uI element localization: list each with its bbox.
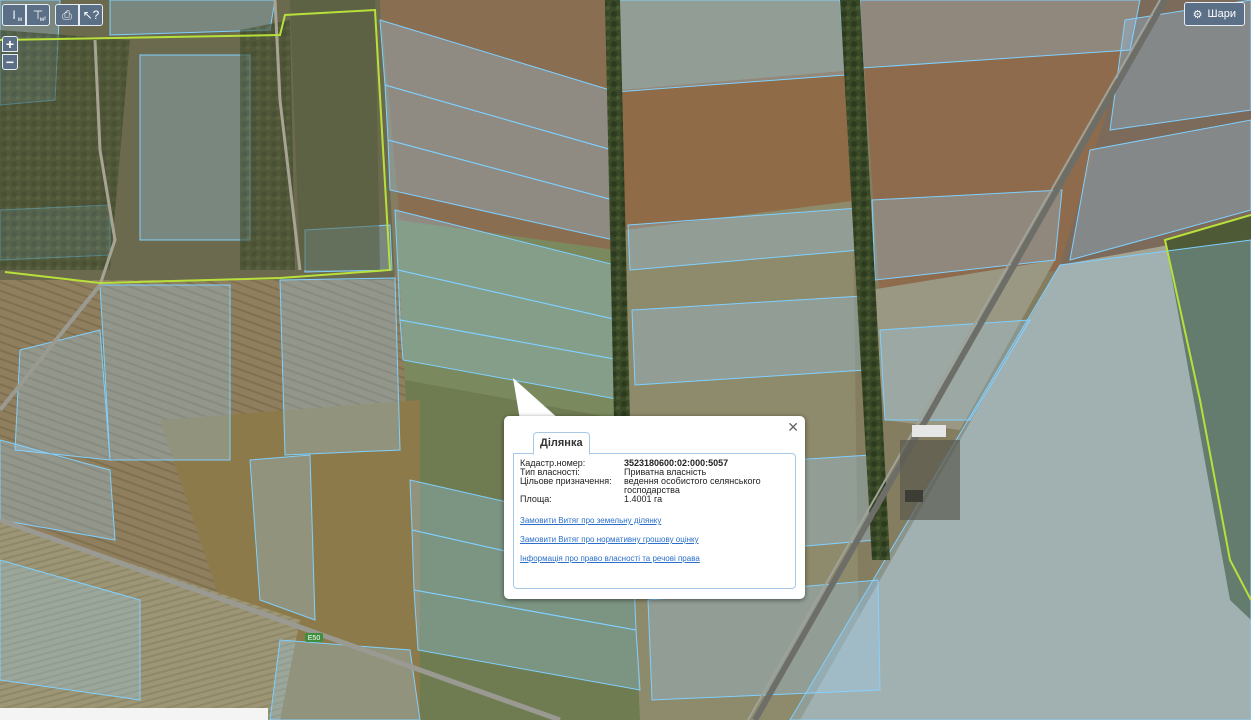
tools-group: ⎙ ↖? — [55, 4, 103, 26]
area-label: Площа: — [520, 494, 552, 504]
ruler-area-icon[interactable]: ⊤ м² — [26, 4, 50, 26]
close-icon[interactable]: ✕ — [787, 419, 799, 436]
zoom-in-button[interactable]: + — [2, 36, 18, 52]
layers-label: Шари — [1207, 8, 1236, 20]
tab-parcel[interactable]: Ділянка — [533, 432, 590, 455]
order-extract-link[interactable]: Замовити Витяг про земельну ділянку — [520, 516, 661, 525]
purpose-value: ведення особистого селянського господарс… — [624, 476, 761, 495]
measure-group: Iм ⊤ м² — [2, 4, 50, 26]
village-trees — [0, 30, 130, 270]
gear-icon: ⚙ — [1192, 8, 1203, 21]
ownership-info-link[interactable]: Інформація про право власності та речові… — [520, 554, 700, 563]
printer-icon[interactable]: ⎙ — [55, 4, 79, 26]
zoom-out-button[interactable]: − — [2, 54, 18, 70]
pointer-help-icon[interactable]: ↖? — [79, 4, 103, 26]
order-valuation-link[interactable]: Замовити Витяг про нормативну грошову оц… — [520, 535, 699, 544]
village-trees — [290, 0, 380, 270]
zoom-control: + − — [2, 36, 18, 70]
parcel-popup: ✕ Ділянка Кадастр.номер: 3523180600:02:0… — [504, 416, 805, 599]
purpose-label: Цільове призначення: — [520, 476, 612, 486]
area-value: 1.4001 га — [624, 494, 663, 504]
info-row: Площа: 1.4001 га — [520, 495, 774, 504]
map-toolbar: Iм ⊤ м² ⎙ ↖? — [2, 4, 106, 26]
parcel-info-panel: Кадастр.номер: 3523180600:02:000:5057 Ти… — [513, 453, 796, 589]
ruler-vertical-icon[interactable]: Iм — [2, 4, 26, 26]
status-bar — [0, 708, 268, 720]
layers-button[interactable]: ⚙ Шари — [1183, 2, 1245, 26]
parcel-info: Кадастр.номер: 3523180600:02:000:5057 Ти… — [520, 459, 774, 504]
satellite-map[interactable]: E50 — [0, 0, 1251, 720]
info-row: Цільове призначення: ведення особистого … — [520, 477, 774, 495]
road-label: E50 — [308, 635, 321, 642]
